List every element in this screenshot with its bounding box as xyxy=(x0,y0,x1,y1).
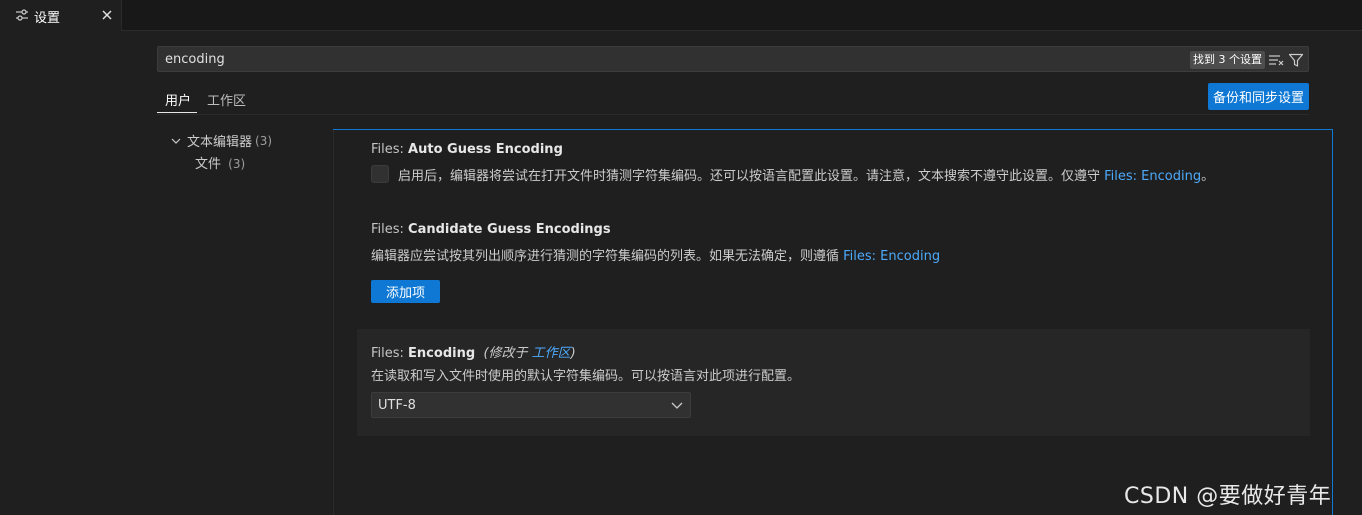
toc-item-count: (3) xyxy=(228,157,246,171)
toc-item-text-editor[interactable]: 文本编辑器 (3) xyxy=(169,131,272,150)
focus-border-top xyxy=(333,129,1333,130)
toc-item-label: 文件 xyxy=(195,157,222,172)
setting-category: Files: xyxy=(371,142,409,157)
setting-name: Encoding xyxy=(408,346,476,361)
filter-icon[interactable] xyxy=(1288,52,1304,68)
setting-name: Auto Guess Encoding xyxy=(408,142,563,157)
setting-description-suffix: 。 xyxy=(1201,169,1215,184)
search-result-count-badge: 找到 3 个设置 xyxy=(1190,51,1265,69)
modified-suffix: ) xyxy=(570,346,576,361)
modified-in-note: (修改于 工作区) xyxy=(479,346,575,361)
header-divider xyxy=(157,114,1309,115)
active-tab-indicator xyxy=(157,112,197,113)
chevron-down-icon xyxy=(671,402,683,409)
setting-category: Files: xyxy=(371,222,409,237)
encoding-select-value: UTF-8 xyxy=(378,398,416,413)
chevron-down-icon xyxy=(171,138,181,144)
setting-description-text: 启用后，编辑器将尝试在打开文件时猜测字符集编码。还可以按语言配置此设置。请注意，… xyxy=(398,169,1105,184)
settings-sliders-icon xyxy=(16,9,28,21)
toc-divider xyxy=(333,130,334,515)
focus-border-right xyxy=(1332,129,1333,515)
tab-workspace[interactable]: 工作区 xyxy=(207,90,246,109)
add-item-button[interactable]: 添加项 xyxy=(371,280,440,303)
setting-name: Candidate Guess Encodings xyxy=(408,222,611,237)
files-encoding-link[interactable]: Files: Encoding xyxy=(1104,169,1201,184)
tab-user[interactable]: 用户 xyxy=(165,90,191,109)
editor-tab-bar: 设置 xyxy=(0,0,1362,31)
tab-title: 设置 xyxy=(34,11,61,26)
setting-description: 在读取和写入文件时使用的默认字符集编码。可以按语言对此项进行配置。 xyxy=(371,369,801,384)
setting-title-candidate-guess-encodings: Files: Candidate Guess Encodings xyxy=(371,222,611,237)
clear-filter-icon[interactable] xyxy=(1268,52,1284,68)
setting-description-text: 编辑器应尝试按其列出顺序进行猜测的字符集编码的列表。如果无法确定，则遵循 xyxy=(371,249,844,264)
setting-description: 编辑器应尝试按其列出顺序进行猜测的字符集编码的列表。如果无法确定，则遵循 Fil… xyxy=(371,245,940,264)
workspace-link[interactable]: 工作区 xyxy=(532,346,571,361)
watermark: CSDN @要做好青年 xyxy=(1124,484,1332,509)
search-query[interactable]: encoding xyxy=(165,52,225,67)
toc-item-files[interactable]: 文件 (3) xyxy=(195,153,245,172)
settings-search-input[interactable]: encoding 找到 3 个设置 xyxy=(157,46,1309,72)
setting-title-encoding: Files: Encoding (修改于 工作区) xyxy=(371,342,576,361)
toc-item-label: 文本编辑器 xyxy=(187,135,253,150)
toc-item-count: (3) xyxy=(255,133,273,148)
setting-description: 启用后，编辑器将尝试在打开文件时猜测字符集编码。还可以按语言配置此设置。请注意，… xyxy=(398,165,1214,184)
backup-sync-settings-button[interactable]: 备份和同步设置 xyxy=(1208,83,1309,110)
files-encoding-link[interactable]: Files: Encoding xyxy=(843,249,940,264)
close-icon[interactable] xyxy=(99,7,115,23)
encoding-select[interactable]: UTF-8 xyxy=(371,392,691,418)
auto-guess-encoding-checkbox[interactable] xyxy=(371,165,389,183)
setting-category: Files: xyxy=(371,346,409,361)
settings-tab[interactable]: 设置 xyxy=(0,0,122,31)
setting-title-auto-guess-encoding: Files: Auto Guess Encoding xyxy=(371,142,563,157)
modified-prefix: (修改于 xyxy=(483,346,532,361)
